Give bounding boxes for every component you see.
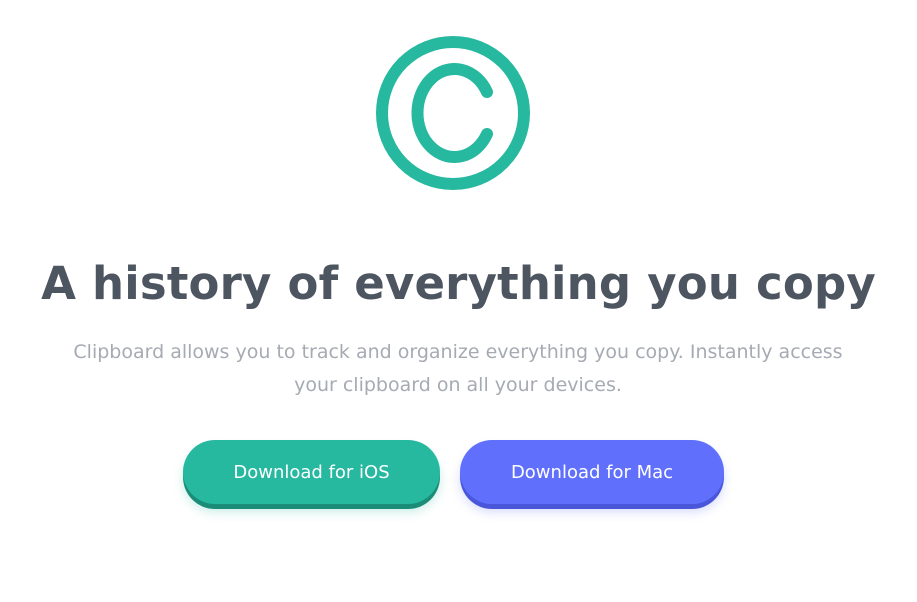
page-title: A history of everything you copy: [41, 257, 876, 310]
copyright-circle-icon: [376, 36, 530, 190]
hero-section: A history of everything you copy Clipboa…: [0, 0, 917, 602]
download-ios-button[interactable]: Download for iOS: [183, 440, 440, 504]
hero-subtitle: Clipboard allows you to track and organi…: [73, 341, 843, 396]
download-mac-button[interactable]: Download for Mac: [460, 440, 724, 504]
logo: [375, 35, 531, 191]
